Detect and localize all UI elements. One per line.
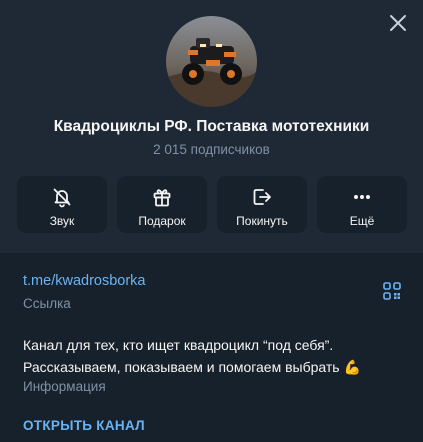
more-icon [354, 195, 370, 199]
leave-label: Покинуть [236, 214, 288, 228]
mute-label: Звук [49, 214, 75, 228]
channel-header: Квадроциклы РФ. Поставка мототехники 2 0… [0, 0, 423, 253]
channel-title: Квадроциклы РФ. Поставка мототехники [53, 118, 370, 135]
flexed-biceps-emoji: 💪 [343, 359, 361, 375]
close-icon[interactable] [387, 12, 409, 34]
action-bar: Звук Подарок Покинуть Ещё [17, 176, 407, 233]
gift-label: Подарок [138, 214, 186, 228]
channel-description: Канал для тех, кто ищет квадроцикл “под … [23, 334, 403, 378]
channel-avatar [166, 16, 257, 107]
gift-icon [153, 189, 171, 207]
open-channel-button[interactable]: ОТКРЫТЬ КАНАЛ [23, 418, 145, 433]
link-label: Ссылка [23, 296, 71, 311]
more-label: Ещё [349, 214, 375, 228]
mute-button[interactable]: Звук [17, 176, 107, 233]
description-line-2: Рассказываем, показываем и помогаем выбр… [23, 359, 340, 375]
more-button[interactable]: Ещё [317, 176, 407, 233]
channel-info: t.me/kwadrosborka Ссылка Канал для тех, … [0, 253, 423, 442]
description-line-1: Канал для тех, кто ищет квадроцикл “под … [23, 337, 334, 353]
bell-off-icon [53, 188, 71, 208]
leave-icon [253, 189, 271, 205]
channel-link[interactable]: t.me/kwadrosborka [23, 273, 146, 289]
qr-code-icon[interactable] [383, 282, 401, 300]
leave-button[interactable]: Покинуть [217, 176, 307, 233]
subscriber-count: 2 015 подписчиков [153, 142, 270, 157]
description-label: Информация [23, 379, 106, 394]
gift-button[interactable]: Подарок [117, 176, 207, 233]
